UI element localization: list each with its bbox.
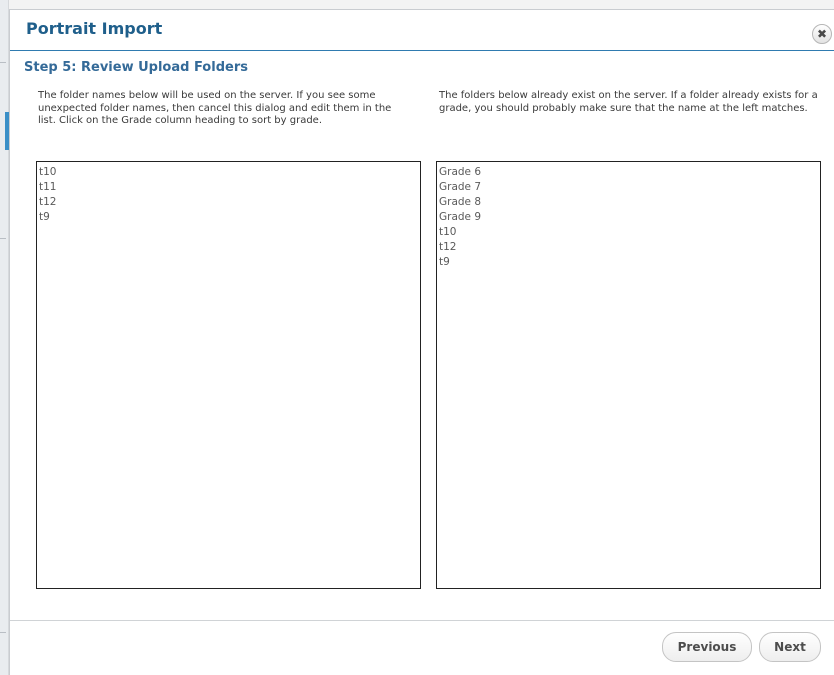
dialog-titlebar: Portrait Import ✖ xyxy=(10,10,834,51)
list-item[interactable]: Grade 8 xyxy=(439,195,818,210)
background-divider xyxy=(0,62,6,63)
close-icon: ✖ xyxy=(816,27,828,41)
list-item[interactable]: Grade 6 xyxy=(439,165,818,180)
list-item[interactable]: Grade 7 xyxy=(439,180,818,195)
list-item[interactable]: t10 xyxy=(39,165,418,180)
background-sidebar xyxy=(0,0,9,675)
list-item[interactable]: t11 xyxy=(39,180,418,195)
upload-folders-description: The folder names below will be used on t… xyxy=(38,90,392,126)
step-title: Step 5: Review Upload Folders xyxy=(24,60,248,75)
list-item[interactable]: t12 xyxy=(439,240,818,255)
close-button[interactable]: ✖ xyxy=(812,24,832,44)
dialog-footer-divider xyxy=(10,620,834,621)
list-item[interactable]: Grade 9 xyxy=(439,210,818,225)
background-divider xyxy=(0,632,6,633)
next-button[interactable]: Next xyxy=(759,632,821,662)
list-item[interactable]: t10 xyxy=(439,225,818,240)
existing-folders-description: The folders below already exist on the s… xyxy=(439,90,818,114)
previous-button[interactable]: Previous xyxy=(662,632,752,662)
list-item[interactable]: t9 xyxy=(39,210,418,225)
portrait-import-dialog: Portrait Import ✖ Step 5: Review Upload … xyxy=(9,9,834,675)
dialog-title: Portrait Import xyxy=(26,19,163,38)
list-item[interactable]: t12 xyxy=(39,195,418,210)
list-item[interactable]: t9 xyxy=(439,255,818,270)
background-divider xyxy=(0,238,6,239)
existing-folders-list[interactable]: Grade 6 Grade 7 Grade 8 Grade 9 t10 t12 … xyxy=(436,161,821,589)
upload-folders-list[interactable]: t10 t11 t12 t9 xyxy=(36,161,421,589)
